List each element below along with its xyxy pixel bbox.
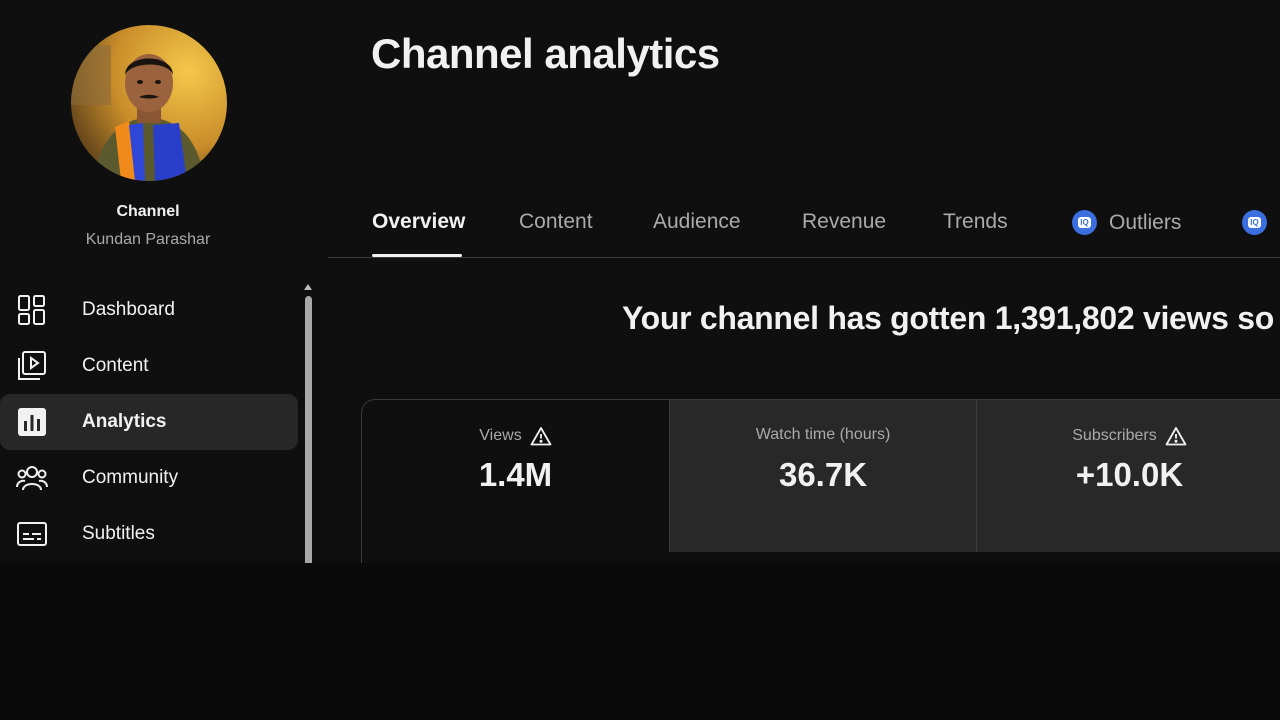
tab-label: Revenue bbox=[802, 210, 887, 233]
tab-more[interactable]: IQ bbox=[1242, 210, 1279, 235]
metric-value: +10.0K bbox=[1075, 456, 1184, 493]
sidebar-item-label: Analytics bbox=[82, 411, 167, 432]
tab-content[interactable]: Content bbox=[519, 210, 593, 234]
tab-label: Content bbox=[519, 210, 593, 233]
metric-title: Views bbox=[479, 427, 522, 444]
metric-card-watch-time[interactable]: Watch time (hours) 36.7K bbox=[670, 400, 976, 552]
tab-label: Audience bbox=[653, 210, 741, 233]
metric-card-views[interactable]: Views 1.4M bbox=[362, 400, 669, 552]
metric-card-subscribers[interactable]: Subscribers +10.0K bbox=[977, 400, 1280, 552]
scroll-up-arrow-icon[interactable] bbox=[304, 284, 312, 290]
sidebar: Channel Kundan Parashar Dashboard Conten… bbox=[0, 0, 318, 563]
channel-name[interactable]: Kundan Parashar bbox=[0, 231, 296, 249]
views-headline: Your channel has gotten 1,391,802 views … bbox=[622, 300, 1274, 336]
warning-icon[interactable] bbox=[530, 426, 552, 446]
tab-overview[interactable]: Overview bbox=[372, 210, 465, 234]
metric-title: Watch time (hours) bbox=[755, 426, 891, 443]
metric-title: Subscribers bbox=[1072, 427, 1157, 444]
tab-trends[interactable]: Trends bbox=[943, 210, 1008, 234]
content-icon bbox=[16, 350, 48, 382]
tab-audience[interactable]: Audience bbox=[653, 210, 741, 234]
sidebar-item-content[interactable]: Content bbox=[0, 338, 300, 394]
iq-badge-icon: IQ bbox=[1072, 210, 1097, 235]
tab-label: Overview bbox=[372, 210, 466, 233]
dashboard-icon bbox=[16, 294, 48, 326]
tab-label: Trends bbox=[943, 210, 1008, 233]
metric-value: 1.4M bbox=[478, 456, 553, 493]
analytics-tabs: Overview Content Audience Revenue Trends… bbox=[328, 200, 1280, 258]
tab-revenue[interactable]: Revenue bbox=[802, 210, 886, 234]
sidebar-scrollbar[interactable] bbox=[303, 284, 314, 563]
channel-avatar[interactable] bbox=[71, 25, 227, 181]
sidebar-item-label: Content bbox=[82, 355, 149, 376]
tab-outliers[interactable]: IQ Outliers bbox=[1072, 210, 1181, 235]
page-title: Channel analytics bbox=[371, 30, 720, 77]
sidebar-item-dashboard[interactable]: Dashboard bbox=[0, 282, 300, 338]
sidebar-item-subtitles[interactable]: Subtitles bbox=[0, 506, 300, 562]
scroll-thumb[interactable] bbox=[305, 296, 312, 563]
metric-cards: Views 1.4M Watch time (hours) 36.7K Subs… bbox=[361, 399, 1280, 563]
active-tab-indicator bbox=[372, 254, 462, 257]
sidebar-nav: Dashboard Content Analytics Community Su… bbox=[0, 282, 300, 562]
tab-label: Outliers bbox=[1109, 210, 1182, 234]
warning-icon[interactable] bbox=[1165, 426, 1187, 446]
metric-value: 36.7K bbox=[778, 456, 868, 493]
channel-label: Channel bbox=[116, 203, 180, 220]
sidebar-item-label: Dashboard bbox=[82, 299, 175, 320]
sidebar-item-label: Subtitles bbox=[82, 523, 155, 544]
subtitles-icon bbox=[16, 518, 48, 550]
sidebar-item-label: Community bbox=[82, 467, 179, 488]
bottom-letterbox bbox=[0, 563, 1280, 720]
sidebar-item-community[interactable]: Community bbox=[0, 450, 300, 506]
sidebar-item-analytics[interactable]: Analytics bbox=[0, 394, 298, 450]
studio-window: Channel Kundan Parashar Dashboard Conten… bbox=[0, 0, 1280, 563]
iq-badge-icon: IQ bbox=[1242, 210, 1267, 235]
analytics-icon bbox=[16, 406, 48, 438]
community-icon bbox=[16, 462, 48, 494]
